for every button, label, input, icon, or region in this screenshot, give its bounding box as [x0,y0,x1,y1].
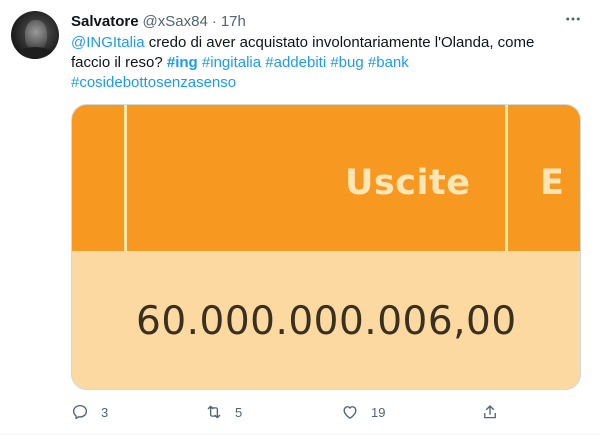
tweet-actions: 3 5 19 [71,400,511,424]
tweet-text-line-3: #cosidebottosenzasenso [71,73,586,93]
tweet-text-line-1: @INGItalia credo di aver acquistato invo… [71,33,586,53]
retweet-icon [207,405,221,419]
tweet-text-line-2: faccio il reso? #ing #ingitalia #addebit… [71,53,586,73]
media-column-divider [124,105,127,251]
avatar-face [25,20,47,50]
retweet-button[interactable]: 5 [205,400,242,424]
hashtag-link[interactable]: #addebiti [265,54,326,71]
separator-dot: · [211,12,217,30]
hashtag-link[interactable]: #ingitalia [202,54,261,71]
tweet-media-image[interactable]: Uscite E 60.000.000.006,00 [71,104,581,390]
tweet-text-segment: credo di aver acquistato involontariamen… [144,34,535,51]
reply-count: 3 [101,404,109,420]
more-options-button[interactable] [560,8,586,30]
tweet-text: @INGItalia credo di aver acquistato invo… [71,33,586,93]
tweet-header: Salvatore @xSax84 · 17h [71,11,246,31]
reply-icon [72,404,88,420]
like-count: 19 [371,404,386,420]
media-amount: 60.000.000.006,00 [136,299,517,344]
tweet-timestamp[interactable]: 17h [221,13,246,30]
share-button[interactable] [481,400,499,424]
reply-button[interactable]: 3 [71,400,108,424]
hashtag-link[interactable]: #bug [330,54,363,71]
tweet[interactable]: Salvatore @xSax84 · 17h @INGItalia credo… [0,0,600,435]
media-column-divider [505,105,508,251]
more-icon [566,17,580,21]
avatar-shoulder [15,47,55,59]
media-column-header: Uscite [345,163,471,203]
avatar[interactable] [11,11,59,59]
hashtag-link[interactable]: #cosidebottosenzasenso [71,74,236,91]
tweet-text-segment: faccio il reso? [71,54,167,71]
media-column-header-next: E [540,163,564,203]
share-icon [484,405,496,419]
user-handle[interactable]: @xSax84 [143,13,208,30]
display-name[interactable]: Salvatore [71,13,139,30]
mention-link[interactable]: @INGItalia [71,34,145,51]
hashtag-link[interactable]: #bank [368,54,409,71]
heart-icon [343,406,357,419]
hashtag-link[interactable]: #ing [167,54,198,71]
retweet-count: 5 [235,404,243,420]
like-button[interactable]: 19 [341,400,385,424]
media-table-header-band [72,105,580,251]
